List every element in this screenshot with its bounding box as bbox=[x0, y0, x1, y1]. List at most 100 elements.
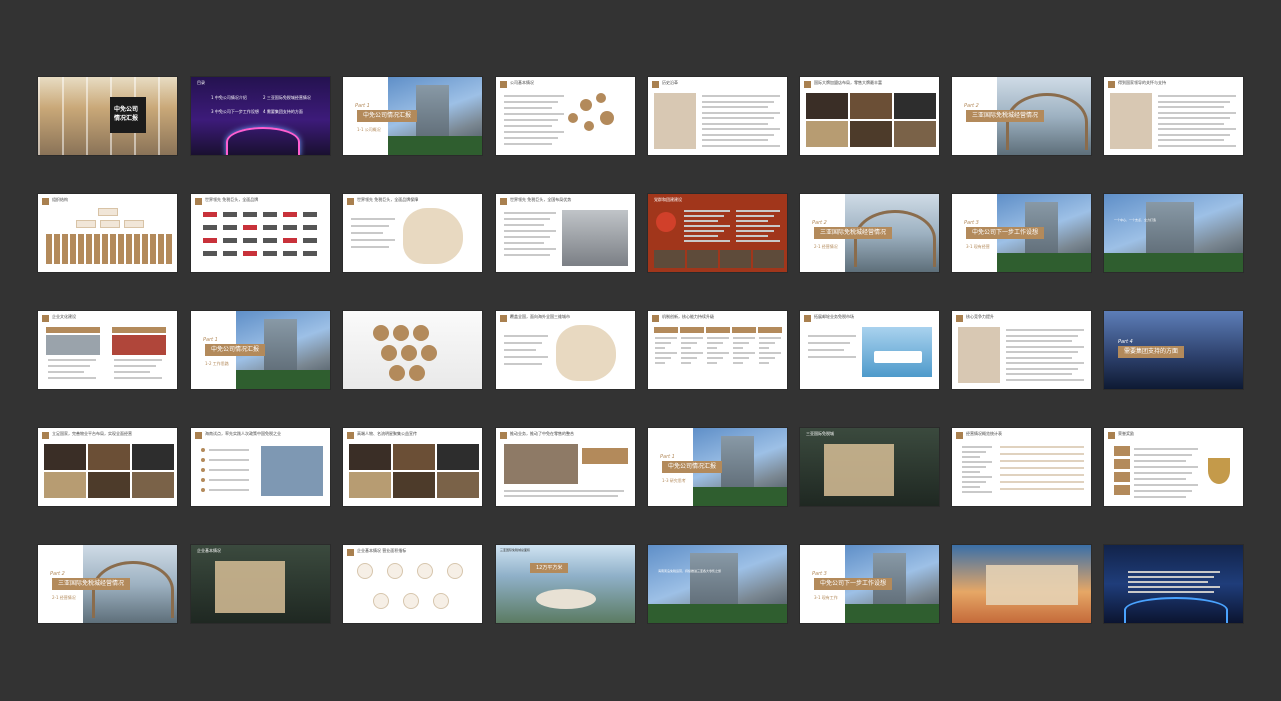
text-line bbox=[504, 137, 558, 139]
slide-thumbnail-39[interactable] bbox=[952, 545, 1091, 623]
slide-thumbnail-18[interactable]: Part 1 中免公司情况汇报 1-2 工作思路 bbox=[191, 311, 330, 389]
text-line bbox=[702, 117, 774, 119]
slide-thumbnail-17[interactable]: 企业文化建设 bbox=[38, 311, 177, 389]
text-line bbox=[1158, 128, 1236, 130]
column-header bbox=[732, 327, 756, 333]
slide-thumbnail-30[interactable]: 三亚国际免税城 bbox=[800, 428, 939, 506]
org-leaf-box bbox=[54, 234, 60, 264]
text-line bbox=[1006, 362, 1084, 364]
metric-icon bbox=[387, 563, 403, 579]
text-line bbox=[707, 347, 717, 349]
slide-thumbnail-1[interactable]: 中免公司 情况汇报 bbox=[38, 77, 177, 155]
slide-thumbnail-6[interactable]: 国际大牌加盟店布局，零售大牌最丰富 bbox=[800, 77, 939, 155]
trophy-icon bbox=[1208, 458, 1230, 484]
brand-logo bbox=[223, 225, 237, 230]
slide-thumbnail-24[interactable]: Part 4 需要集团支持的方面 bbox=[1104, 311, 1243, 389]
slide-thumbnail-28[interactable]: 推动业务，推动了中免在零售的整合 bbox=[496, 428, 635, 506]
slide-thumbnail-20[interactable]: 覆盖全国，面向海外全国三维城市 bbox=[496, 311, 635, 389]
slide-header: 企业基本情况 营业面积指标 bbox=[357, 548, 407, 553]
slide-thumbnail-29[interactable]: Part 1 中免公司情况汇报 1-3 研究思考 bbox=[648, 428, 787, 506]
org-leaf-box bbox=[70, 234, 76, 264]
text-line bbox=[1006, 351, 1078, 353]
group-photo bbox=[504, 444, 578, 484]
text-line bbox=[962, 471, 980, 473]
circle-node bbox=[373, 325, 389, 341]
circle-node bbox=[584, 121, 594, 131]
circle-node bbox=[580, 99, 592, 111]
slide-thumbnail-8[interactable]: 得到国家领导的关怀与支持 bbox=[1104, 77, 1243, 155]
text-line bbox=[684, 235, 718, 237]
part-subtitle: 2-1 经营情况 bbox=[814, 244, 838, 249]
text-line bbox=[702, 139, 768, 141]
part-subtitle: 3-1 现有工作 bbox=[814, 595, 838, 600]
text-line bbox=[209, 459, 249, 461]
column-header bbox=[654, 327, 678, 333]
emblem-icon bbox=[656, 212, 676, 232]
slide-number-badge bbox=[1108, 81, 1115, 88]
slide-thumbnail-25[interactable]: 立足国家，完善物业平台布局，实现全面经营 bbox=[38, 428, 177, 506]
store-photo bbox=[88, 444, 130, 470]
slide-thumbnail-32[interactable]: 荣誉奖励 bbox=[1104, 428, 1243, 506]
slide-thumbnail-31[interactable]: 经营情况概览统计表 bbox=[952, 428, 1091, 506]
text-line bbox=[1134, 460, 1186, 462]
slide-thumbnail-34[interactable]: 企业基本情况 bbox=[191, 545, 330, 623]
store-photo bbox=[894, 121, 936, 147]
brand-logo bbox=[203, 225, 217, 230]
slide-header: 经营情况概览统计表 bbox=[966, 431, 1002, 436]
slide-thumbnail-35[interactable]: 企业基本情况 营业面积指标 bbox=[343, 545, 482, 623]
slide-thumbnail-26[interactable]: 海南试点，率先实践人次政策中国免税之业 bbox=[191, 428, 330, 506]
slide-header: 世界领先 免税巨头，全面品牌 bbox=[205, 197, 259, 202]
part-subtitle: 2-1 经营情况 bbox=[52, 595, 76, 600]
part-title-band: 中免公司下一步工作设想 bbox=[966, 227, 1045, 239]
overlay-panel bbox=[215, 561, 285, 613]
slide-header: 荣誉奖励 bbox=[1118, 431, 1134, 436]
overlay-panel bbox=[824, 444, 894, 496]
slide-thumbnail-16[interactable]: 一个中心、一个支点、全力打造 bbox=[1104, 194, 1243, 272]
slide-thumbnail-14[interactable]: Part 2 三亚国际免税城经营情况 2-1 经营情况 bbox=[800, 194, 939, 272]
slide-thumbnail-4[interactable]: 公司基本情况 bbox=[496, 77, 635, 155]
slide-thumbnail-9[interactable]: 组织结构 bbox=[38, 194, 177, 272]
slide-thumbnail-5[interactable]: 历史沿革 bbox=[648, 77, 787, 155]
slide-thumbnail-10[interactable]: 世界领先 免税巨头，全面品牌 bbox=[191, 194, 330, 272]
slide-thumbnail-2[interactable]: 目录 1 中免公司情况介绍 2 三亚国际免税城经营情况 3 中免公司下一步工作设想 4 … bbox=[191, 77, 330, 155]
metric-icon bbox=[417, 563, 433, 579]
brand-logo bbox=[223, 251, 237, 256]
skylight-beam bbox=[86, 77, 88, 155]
text-line bbox=[504, 212, 556, 214]
slide-thumbnail-22[interactable]: 拓展邮轮业务免税市场 bbox=[800, 311, 939, 389]
slide-thumbnail-13[interactable]: 党群和团建建设 bbox=[648, 194, 787, 272]
slide-thumbnail-38[interactable]: Part 3 中免公司下一步工作设想 3-1 现有工作 bbox=[800, 545, 939, 623]
slide-thumbnail-7[interactable]: Part 2 三亚国际免税城经营情况 bbox=[952, 77, 1091, 155]
slide-thumbnail-37[interactable]: 海南离岛免税运营，持续推进三亚各大零售之旅 bbox=[648, 545, 787, 623]
text-line bbox=[504, 218, 550, 220]
slide-thumbnail-11[interactable]: 世界领先 免税巨头，全面品牌保障 bbox=[343, 194, 482, 272]
text-line bbox=[114, 377, 162, 379]
lit-building-shape bbox=[226, 127, 300, 155]
slide-thumbnail-40[interactable] bbox=[1104, 545, 1243, 623]
slide-thumbnail-21[interactable]: 机制创新，核心能力持续升级 bbox=[648, 311, 787, 389]
text-line bbox=[504, 490, 624, 492]
slide-thumbnail-23[interactable]: 核心竞争力提升 bbox=[952, 311, 1091, 389]
slide-number-badge bbox=[42, 198, 49, 205]
text-line bbox=[736, 240, 780, 242]
text-line bbox=[1158, 95, 1236, 97]
slide-thumbnail-19[interactable] bbox=[343, 311, 482, 389]
slide-thumbnail-33[interactable]: Part 2 三亚国际免税城经营情况 2-1 经营情况 bbox=[38, 545, 177, 623]
slide-number-badge bbox=[42, 315, 49, 322]
text-line bbox=[1158, 111, 1236, 114]
award-label bbox=[1114, 472, 1130, 482]
text-line bbox=[733, 342, 749, 344]
trees-shape bbox=[997, 252, 1091, 272]
column-header bbox=[706, 327, 730, 333]
metric-icon bbox=[433, 593, 449, 609]
text-line bbox=[962, 446, 992, 448]
slide-thumbnail-27[interactable]: 高端人物、名流明星聚集公益宣传 bbox=[343, 428, 482, 506]
text-line bbox=[962, 456, 980, 458]
slide-thumbnail-3[interactable]: Part 1 中免公司情况汇报 1-1 公司概况 bbox=[343, 77, 482, 155]
slide-thumbnail-36[interactable]: 三亚国际免税城总面积 12万平方米 bbox=[496, 545, 635, 623]
side-photo bbox=[1110, 93, 1152, 149]
text-line bbox=[504, 95, 564, 97]
text-line bbox=[684, 220, 718, 222]
slide-thumbnail-12[interactable]: 世界领先 免税巨头，全国布局优势 bbox=[496, 194, 635, 272]
slide-thumbnail-15[interactable]: Part 3 中免公司下一步工作设想 3-1 现有经营 bbox=[952, 194, 1091, 272]
